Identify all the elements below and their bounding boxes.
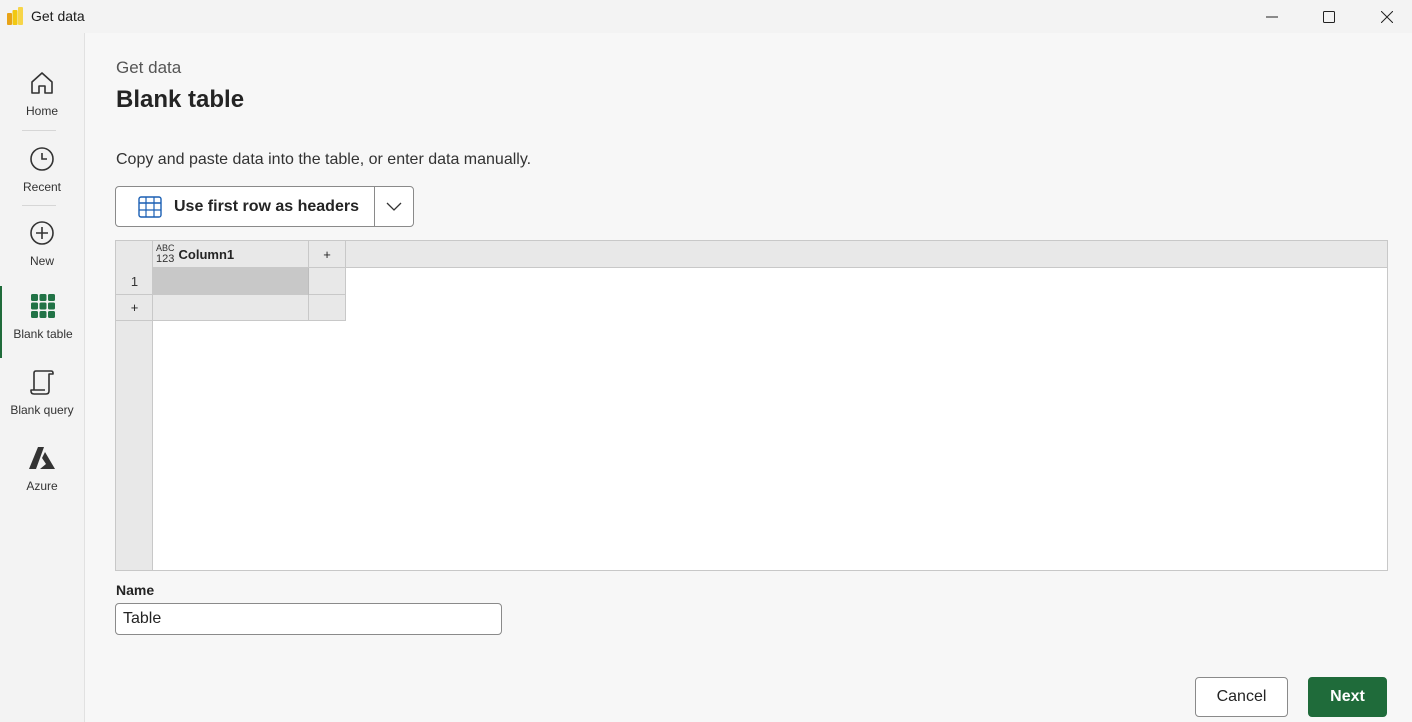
rail-item-label: Azure bbox=[26, 479, 58, 493]
cancel-button[interactable]: Cancel bbox=[1195, 677, 1288, 717]
grid-cell-filler bbox=[309, 268, 346, 295]
left-rail: Home Recent New Blank table Blank query bbox=[0, 33, 85, 722]
maximize-icon bbox=[1323, 10, 1335, 23]
rail-divider bbox=[22, 130, 56, 131]
rail-item-label: Blank table bbox=[13, 327, 73, 341]
headers-split-button: Use first row as headers bbox=[115, 186, 414, 227]
next-button[interactable]: Next bbox=[1308, 677, 1387, 717]
headers-dropdown-button[interactable] bbox=[375, 187, 413, 226]
row-number: 1 bbox=[116, 268, 153, 295]
use-first-row-as-headers-button[interactable]: Use first row as headers bbox=[116, 187, 375, 226]
add-row-cell bbox=[153, 295, 309, 321]
close-icon bbox=[1381, 10, 1393, 23]
home-icon bbox=[27, 68, 57, 98]
add-row-cell-filler bbox=[309, 295, 346, 321]
column-type-badge[interactable]: ABC 123 bbox=[156, 244, 175, 266]
rail-divider bbox=[22, 205, 56, 206]
column-name[interactable]: Column1 bbox=[179, 247, 235, 262]
clock-icon bbox=[27, 144, 57, 174]
power-bi-icon bbox=[7, 7, 23, 25]
table-grid-icon bbox=[28, 291, 58, 321]
rail-item-recent[interactable]: Recent bbox=[0, 139, 84, 211]
plus-circle-icon bbox=[27, 218, 57, 248]
page-description: Copy and paste data into the table, or e… bbox=[116, 151, 532, 168]
script-icon bbox=[27, 367, 57, 397]
chevron-down-icon bbox=[386, 202, 402, 211]
azure-icon bbox=[27, 443, 57, 473]
window-title: Get data bbox=[31, 8, 85, 24]
name-label: Name bbox=[116, 582, 155, 598]
rail-item-label: Recent bbox=[22, 180, 62, 194]
maximize-button[interactable] bbox=[1300, 0, 1358, 33]
close-button[interactable] bbox=[1358, 0, 1412, 33]
title-bar: Get data bbox=[0, 0, 1412, 33]
minimize-icon bbox=[1266, 16, 1278, 17]
rail-item-home[interactable]: Home bbox=[0, 63, 84, 135]
column-header[interactable]: ABC 123 Column1 bbox=[153, 241, 309, 268]
rail-item-blank-table[interactable]: Blank table bbox=[0, 286, 84, 358]
table-icon bbox=[138, 195, 162, 218]
rail-item-azure[interactable]: Azure bbox=[0, 438, 84, 510]
breadcrumb: Get data bbox=[116, 58, 182, 77]
rail-item-label: Home bbox=[25, 104, 58, 118]
minimize-button[interactable] bbox=[1243, 0, 1301, 33]
add-column-button[interactable]: + bbox=[309, 241, 346, 268]
name-input[interactable] bbox=[115, 603, 502, 635]
grid-cell[interactable] bbox=[153, 268, 309, 295]
add-row-button[interactable]: + bbox=[116, 295, 153, 321]
rail-item-label: Blank query bbox=[10, 403, 74, 417]
use-first-row-as-headers-label: Use first row as headers bbox=[174, 197, 359, 215]
data-grid: ABC 123 Column1 + 1 + bbox=[115, 240, 1388, 571]
rail-item-blank-query[interactable]: Blank query bbox=[0, 362, 84, 434]
page-title: Blank table bbox=[116, 86, 245, 113]
rail-item-label: New bbox=[29, 254, 54, 268]
rail-item-new[interactable]: New bbox=[0, 213, 84, 285]
